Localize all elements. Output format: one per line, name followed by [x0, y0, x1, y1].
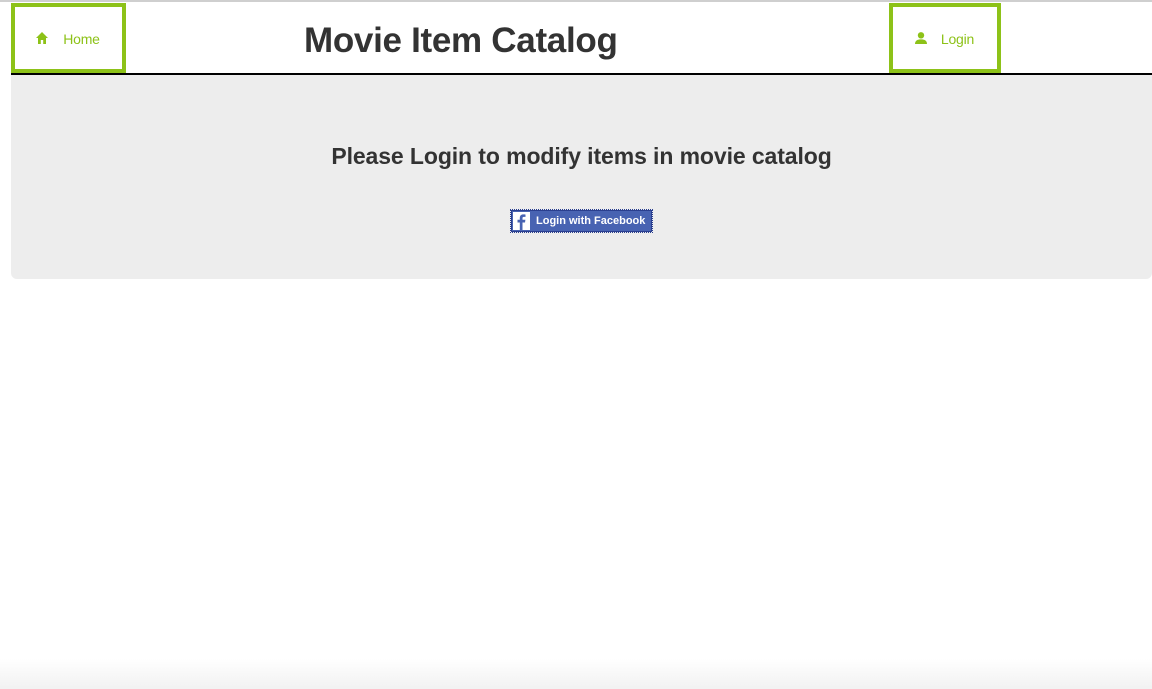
login-label: Login	[940, 31, 975, 47]
page-title: Movie Item Catalog	[304, 21, 618, 60]
login-prompt: Please Login to modify items in movie ca…	[331, 143, 832, 169]
facebook-login-button[interactable]: Login with Facebook	[510, 209, 653, 233]
bottom-shadow	[0, 659, 1152, 689]
home-icon	[35, 31, 49, 45]
facebook-login-label: Login with Facebook	[536, 214, 646, 227]
home-button[interactable]: Home	[11, 3, 126, 73]
user-icon	[914, 31, 928, 45]
facebook-icon	[513, 212, 530, 230]
page: Home Movie Item Catalog Login Please Log…	[0, 0, 1152, 689]
site-header: Home Movie Item Catalog Login	[11, 2, 1152, 75]
login-panel: Please Login to modify items in movie ca…	[11, 75, 1152, 279]
home-label: Home	[63, 31, 100, 47]
login-button[interactable]: Login	[889, 3, 1001, 73]
